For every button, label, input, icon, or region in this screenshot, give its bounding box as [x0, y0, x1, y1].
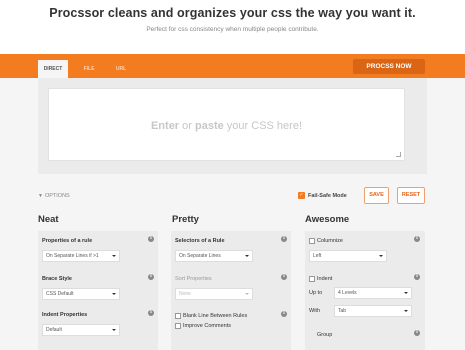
info-icon[interactable]: i: [281, 236, 287, 242]
tab-url[interactable]: URL: [112, 60, 130, 78]
selectors-rule-select[interactable]: On Separate Lines: [175, 250, 253, 262]
neat-panel: Properties of a rule i On Separate Lines…: [38, 231, 158, 350]
info-icon[interactable]: i: [414, 274, 420, 280]
pretty-panel: Selectors of a Rule i On Separate Lines …: [171, 231, 291, 350]
chevron-down-icon: [245, 293, 249, 295]
selectors-rule-label: Selectors of a Rule: [175, 238, 225, 244]
chevron-down-icon: [112, 255, 116, 257]
chevron-down-icon: [404, 292, 408, 294]
sort-properties-select[interactable]: None: [175, 288, 253, 300]
sort-properties-value: None: [179, 291, 191, 297]
info-icon[interactable]: i: [281, 311, 287, 317]
group-label: Group: [317, 332, 333, 338]
brace-style-label: Brace Style: [42, 276, 72, 282]
indent-properties-label: Indent Properties: [42, 312, 88, 318]
properties-rule-select[interactable]: On Separate Lines if >1: [42, 250, 120, 262]
brace-style-value: CSS Default: [46, 291, 74, 297]
page-subtitle: Perfect for css consistency when multipl…: [146, 26, 319, 33]
info-icon[interactable]: i: [414, 330, 420, 336]
indent-properties-select[interactable]: Default: [42, 324, 120, 336]
chevron-down-icon: [112, 329, 116, 331]
pretty-title: Pretty: [172, 214, 199, 225]
triangle-down-icon: ▼: [38, 193, 43, 199]
with-select[interactable]: Tab: [334, 305, 412, 317]
hero-header: Procssor cleans and organizes your css t…: [0, 0, 465, 54]
awesome-title: Awesome: [305, 214, 350, 225]
brace-style-select[interactable]: CSS Default: [42, 288, 120, 300]
properties-rule-label: Properties of a rule: [42, 238, 93, 244]
improve-comments-option[interactable]: Improve Comments: [175, 323, 231, 329]
placeholder-rest: your CSS here!: [223, 120, 303, 132]
selectors-rule-value: On Separate Lines: [179, 253, 221, 259]
upto-select[interactable]: 4 Levels: [334, 287, 412, 299]
info-icon[interactable]: i: [414, 236, 420, 242]
columnize-select[interactable]: Left: [309, 250, 387, 262]
improve-comments-label: Improve Comments: [183, 323, 231, 329]
info-icon[interactable]: i: [148, 274, 154, 280]
indent-option[interactable]: Indent: [309, 276, 332, 282]
indent-label: Indent: [317, 276, 333, 282]
indent-checkbox[interactable]: [309, 276, 315, 282]
columnize-option[interactable]: Columnize: [309, 238, 343, 244]
blank-line-label: Blank Line Between Rules: [183, 313, 248, 319]
info-icon[interactable]: i: [148, 310, 154, 316]
save-button[interactable]: SAVE: [364, 187, 389, 204]
tab-file[interactable]: FILE: [82, 60, 96, 78]
resize-handle-icon[interactable]: [396, 152, 401, 157]
tab-direct[interactable]: DIRECT: [38, 60, 68, 78]
upto-value: 4 Levels: [338, 290, 357, 296]
failsafe-label: Fail-Safe Mode: [308, 192, 347, 199]
chevron-down-icon: [112, 293, 116, 295]
css-input-textarea[interactable]: Enter or paste your CSS here!: [48, 88, 405, 161]
columnize-label: Columnize: [317, 238, 343, 244]
improve-comments-checkbox[interactable]: [175, 323, 181, 329]
editor-container: Enter or paste your CSS here!: [38, 78, 427, 174]
indent-properties-value: Default: [46, 327, 62, 333]
placeholder-enter: Enter: [150, 120, 180, 132]
page-title: Procssor cleans and organizes your css t…: [49, 6, 416, 20]
with-value: Tab: [338, 308, 347, 314]
process-now-button[interactable]: PROCSS NOW: [353, 59, 425, 74]
with-label: With: [309, 308, 320, 314]
sort-properties-label: Sort Properties: [175, 276, 212, 282]
awesome-panel: Columnize i Left Indent i Up to 4 Levels…: [305, 231, 425, 350]
chevron-down-icon: [379, 255, 383, 257]
failsafe-toggle[interactable]: ✓ Fail-Safe Mode: [298, 192, 347, 199]
info-icon[interactable]: i: [281, 274, 287, 280]
neat-title: Neat: [38, 214, 59, 225]
editor-placeholder: Enter or paste your CSS here!: [49, 120, 404, 132]
checkbox-checked-icon[interactable]: ✓: [298, 192, 305, 199]
properties-rule-value: On Separate Lines if >1: [46, 253, 99, 259]
options-toggle-label: OPTIONS: [44, 193, 70, 199]
placeholder-paste: paste: [195, 120, 224, 132]
upto-label: Up to: [309, 290, 323, 296]
chevron-down-icon: [245, 255, 249, 257]
columnize-value: Left: [313, 253, 322, 259]
columnize-checkbox[interactable]: [309, 238, 315, 244]
blank-line-checkbox[interactable]: [175, 313, 181, 319]
info-icon[interactable]: i: [148, 236, 154, 242]
chevron-down-icon: [404, 310, 408, 312]
placeholder-or: or: [179, 120, 195, 132]
options-toggle[interactable]: ▼ OPTIONS: [38, 193, 70, 199]
blank-line-option[interactable]: Blank Line Between Rules: [175, 313, 247, 319]
reset-button[interactable]: RESET: [397, 187, 425, 204]
